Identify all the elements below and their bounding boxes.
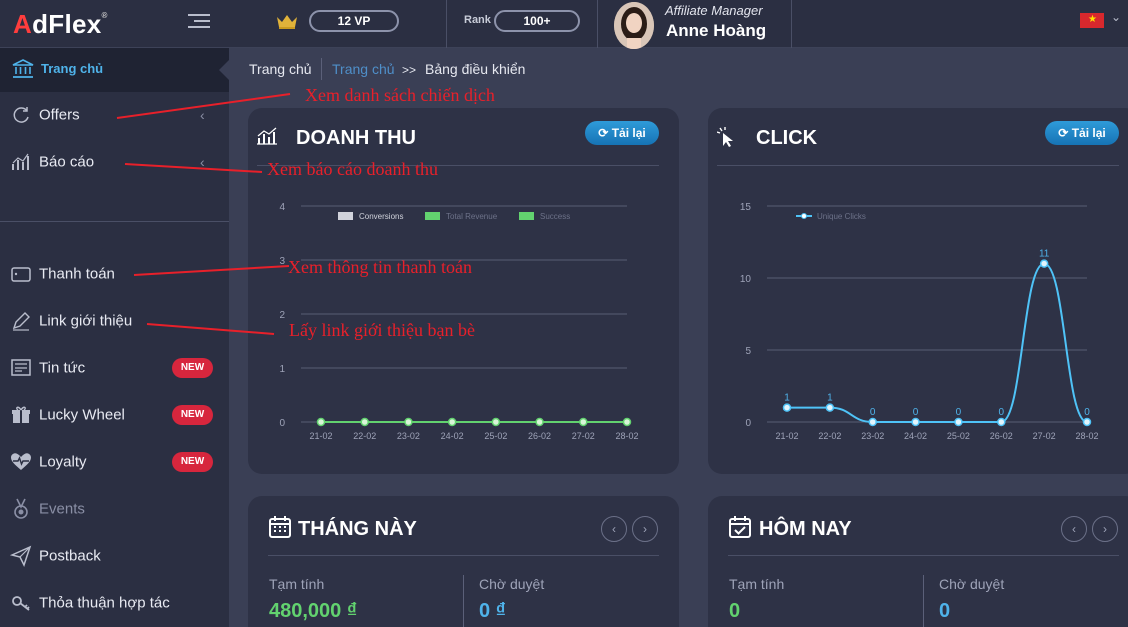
- annotation-line: [116, 93, 291, 119]
- annotation-lines: [116, 93, 291, 335]
- annotation-text: Lấy link giới thiệu bạn bè: [289, 320, 475, 340]
- annotation-text: Xem danh sách chiến dịch: [305, 85, 495, 105]
- annotation-text: Xem thông tin thanh toán: [288, 257, 472, 277]
- annotation-text: Xem báo cáo doanh thu: [267, 159, 438, 179]
- annotation-line: [133, 265, 290, 276]
- dashboard-app: AdFlex® 12 VP Rank 100+ Affiliate Manage…: [0, 0, 1128, 627]
- annotation-line: [124, 163, 263, 173]
- annotation-line: [146, 323, 275, 335]
